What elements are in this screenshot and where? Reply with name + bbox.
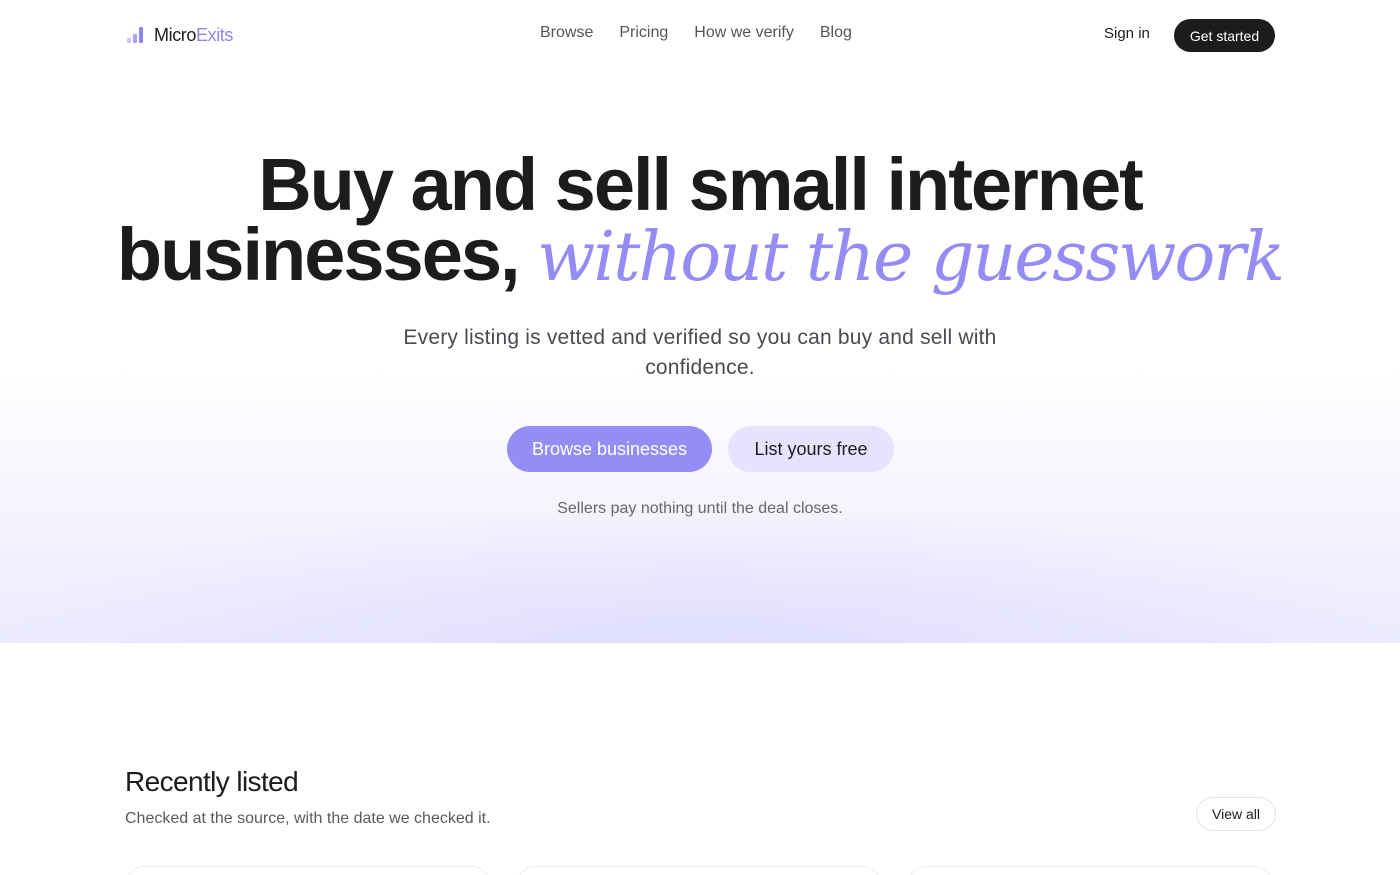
listing-card[interactable] <box>908 866 1272 875</box>
headline-line2: businesses, <box>116 213 521 296</box>
nav-link-blog[interactable]: Blog <box>820 24 852 42</box>
bar-chart-icon <box>126 26 144 44</box>
nav-link-how-we-verify[interactable]: How we verify <box>694 24 794 42</box>
nav-link-pricing[interactable]: Pricing <box>619 24 668 42</box>
listing-card[interactable] <box>517 866 881 875</box>
brand-name-part1: Micro <box>154 24 196 45</box>
headline-line2-wrap: businesses, without the guesswork <box>0 218 1400 293</box>
get-started-button[interactable]: Get started <box>1174 19 1275 52</box>
brand-name: MicroExits <box>154 25 233 46</box>
sign-in-link[interactable]: Sign in <box>1104 25 1150 42</box>
view-all-button[interactable]: View all <box>1196 797 1276 831</box>
nav-links: Browse Pricing How we verify Blog <box>540 24 852 42</box>
hero-subtitle: Every listing is vetted and verified so … <box>403 326 997 379</box>
nav-link-browse[interactable]: Browse <box>540 24 593 42</box>
listing-card[interactable] <box>126 866 490 875</box>
list-yours-free-button[interactable]: List yours free <box>728 426 894 472</box>
brand-name-part2: Exits <box>196 24 234 45</box>
browse-businesses-button[interactable]: Browse businesses <box>507 426 712 472</box>
recently-listed-subtitle: Checked at the source, with the date we … <box>125 810 491 827</box>
top-nav: MicroExits Browse Pricing How we verify … <box>0 0 1400 70</box>
hero-headline: Buy and sell small internet businesses, … <box>0 148 1400 293</box>
hero-note: Sellers pay nothing until the deal close… <box>557 500 843 517</box>
recently-listed-title: Recently listed <box>125 766 299 797</box>
brand-logo[interactable]: MicroExits <box>126 24 233 46</box>
headline-accent: without the guesswork <box>537 218 1285 297</box>
